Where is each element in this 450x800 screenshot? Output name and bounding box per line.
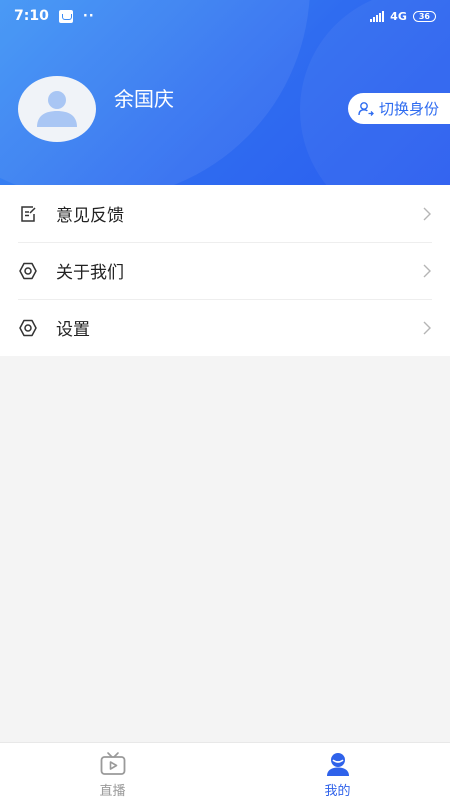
- status-bar: 7:10 ·· 4G 36: [0, 0, 450, 32]
- feedback-edit-icon: [18, 204, 38, 224]
- menu-item-settings[interactable]: 设置: [0, 299, 450, 356]
- avatar[interactable]: [18, 76, 96, 142]
- user-name: 余国庆: [114, 87, 174, 111]
- menu-item-about[interactable]: 关于我们: [0, 242, 450, 299]
- battery-icon: 36: [412, 10, 436, 22]
- person-icon: [37, 91, 77, 127]
- chevron-right-icon: [422, 263, 432, 279]
- tab-mine[interactable]: 我的: [225, 743, 450, 800]
- switch-user-icon: [358, 101, 374, 117]
- tv-play-icon: [99, 750, 127, 778]
- chevron-right-icon: [422, 206, 432, 222]
- menu-item-label: 关于我们: [56, 263, 124, 283]
- menu-list: 意见反馈 关于我们 设置: [0, 185, 450, 356]
- status-dots: ··: [82, 8, 95, 24]
- notification-icon: [58, 9, 73, 23]
- gear-icon: [18, 318, 38, 338]
- tab-live[interactable]: 直播: [0, 743, 225, 800]
- status-indicators: 4G 36: [370, 10, 436, 23]
- menu-item-label: 设置: [56, 320, 90, 340]
- status-time: 7:10: [14, 8, 49, 24]
- switch-identity-button[interactable]: 切换身份: [348, 93, 450, 124]
- tab-label: 直播: [99, 784, 126, 799]
- person-icon: [325, 750, 351, 778]
- menu-item-feedback[interactable]: 意见反馈: [0, 185, 450, 242]
- profile-header: 7:10 ·· 4G 36 余国庆 切换身份: [0, 0, 450, 185]
- network-type: 4G: [390, 9, 407, 23]
- bottom-tab-bar: 直播 我的: [0, 742, 450, 800]
- signal-icon: [370, 10, 385, 22]
- switch-identity-label: 切换身份: [379, 100, 440, 118]
- chevron-right-icon: [422, 320, 432, 336]
- tab-label: 我的: [324, 784, 351, 799]
- menu-item-label: 意见反馈: [56, 206, 124, 226]
- gear-icon: [18, 261, 38, 281]
